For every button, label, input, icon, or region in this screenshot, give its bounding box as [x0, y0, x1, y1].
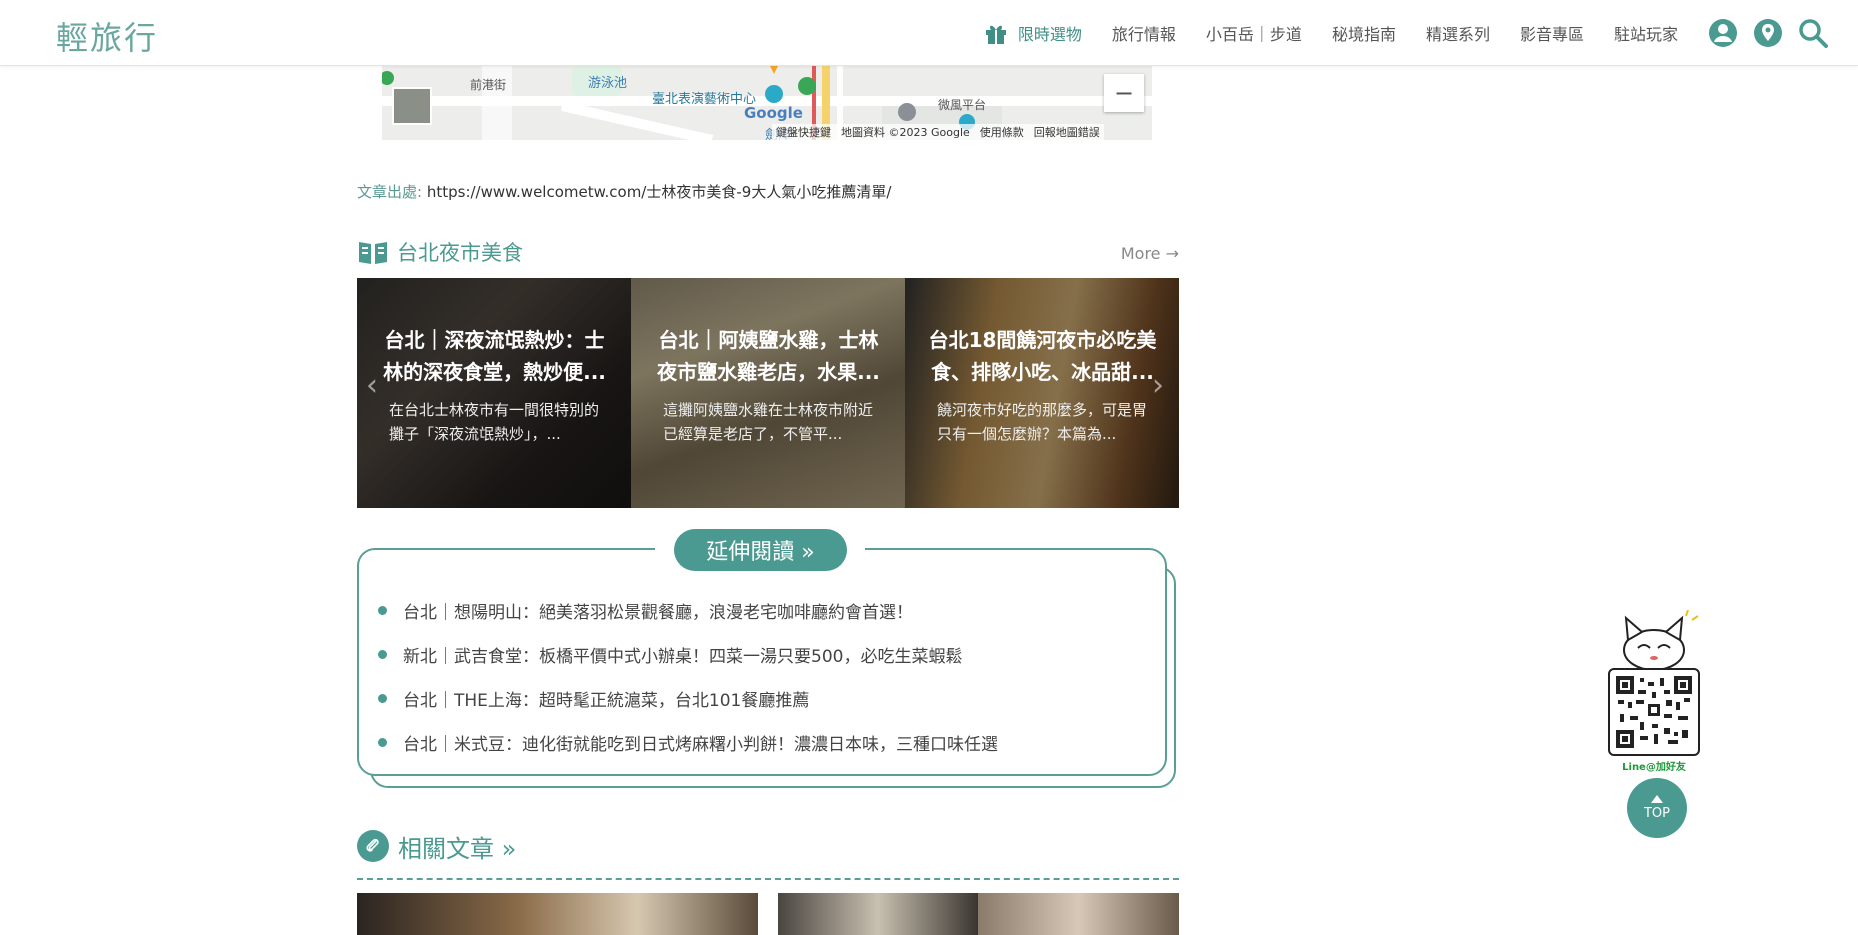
location-pin-icon[interactable] — [1753, 18, 1783, 48]
card-desc: 這攤阿姨鹽水雞在士林夜市附近已經算是老店了，不管平... — [663, 401, 874, 443]
back-to-top-button[interactable]: TOP — [1627, 778, 1687, 838]
card-desc: 在台北士林夜市有一間很特別的攤子「深夜流氓熱炒」，... — [389, 401, 600, 443]
article-card[interactable]: 台北｜阿姨鹽水雞，士林夜市鹽水雞老店，水果... 這攤阿姨鹽水雞在士林夜市附近已… — [631, 278, 905, 508]
map-shortcuts-link[interactable]: 鍵盤快捷鍵 — [776, 124, 831, 140]
bullet-icon — [378, 649, 387, 659]
extended-reading-list: 台北｜想陽明山：絕美落羽松景觀餐廳，浪漫老宅咖啡廳約會首選！ 新北｜武吉食堂：板… — [378, 588, 1158, 764]
article-card[interactable]: 台北18間饒河夜市必吃美食、排隊小吃、冰品甜... 饒河夜市好吃的那麼多，可是胃… — [905, 278, 1179, 508]
card-title: 台北｜阿姨鹽水雞，士林夜市鹽水雞老店，水果... — [657, 328, 880, 384]
nav-hidden-gems[interactable]: 秘境指南 — [1332, 21, 1396, 45]
site-logo[interactable]: 輕旅行 — [56, 13, 158, 59]
search-icon[interactable] — [1798, 18, 1828, 48]
related-article-image[interactable] — [978, 893, 1179, 935]
article-source: 文章出處: https://www.welcometw.com/士林夜市美食-9… — [357, 181, 891, 202]
embedded-map[interactable]: 前港街 游泳池 臺北表演藝術中心 微風平台 劍潭 Google − 鍵盤快捷鍵 … — [382, 66, 1152, 140]
up-arrow-icon — [1651, 795, 1663, 803]
card-overlay — [905, 278, 1179, 508]
related-article-image[interactable] — [778, 893, 978, 935]
card-desc: 饒河夜市好吃的那麼多，可是胃只有一個怎麼辦？本篇為... — [937, 401, 1148, 443]
card-title: 台北18間饒河夜市必吃美食、排隊小吃、冰品甜... — [928, 328, 1157, 384]
card-overlay — [631, 278, 905, 508]
nav-players[interactable]: 駐站玩家 — [1614, 21, 1678, 45]
paperclip-icon — [357, 830, 389, 862]
list-item-text: 台北｜THE上海：超時髦正統滬菜，台北101餐廳推薦 — [403, 690, 810, 711]
section-title: 台北夜市美食 — [397, 241, 523, 265]
card-title: 台北｜深夜流氓熱炒：士林的深夜食堂，熱炒便... — [383, 328, 606, 384]
nav-featured-link[interactable]: 限時選物 — [984, 21, 1082, 45]
nav-series[interactable]: 精選系列 — [1426, 21, 1490, 45]
carousel-next-icon[interactable]: › — [1152, 368, 1164, 403]
map-zoom-out-button[interactable]: − — [1104, 74, 1144, 112]
bullet-icon — [378, 737, 387, 747]
list-item-text: 台北｜米式豆：迪化街就能吃到日式烤麻糬小判餅！濃濃日本味，三種口味任選 — [403, 734, 998, 755]
book-icon — [359, 242, 387, 264]
top-label: TOP — [1643, 806, 1670, 821]
qr-code — [1608, 668, 1700, 756]
source-url[interactable]: https://www.welcometw.com/士林夜市美食-9大人氣小吃推… — [427, 183, 892, 201]
map-label-platform: 微風平台 — [938, 98, 987, 112]
related-article-image[interactable] — [357, 893, 758, 935]
map-label-pool: 游泳池 — [588, 76, 628, 91]
map-label-arts-center: 臺北表演藝術中心 — [652, 92, 757, 107]
night-market-section-header: 台北夜市美食 More → — [357, 236, 1179, 268]
gift-icon — [985, 25, 1006, 44]
card-overlay — [357, 278, 631, 508]
google-logo: Google — [744, 104, 803, 122]
main-nav: 限時選物 旅行情報 小百岳｜步道 秘境指南 精選系列 影音專區 駐站玩家 — [984, 0, 1858, 66]
related-divider — [357, 878, 1179, 880]
list-item[interactable]: 台北｜THE上海：超時髦正統滬菜，台北101餐廳推薦 — [378, 676, 1158, 720]
map-label-street: 前港街 — [470, 78, 507, 92]
article-card[interactable]: 台北｜深夜流氓熱炒：士林的深夜食堂，熱炒便... 在台北士林夜市有一間很特別的攤… — [357, 278, 631, 508]
cat-mascot-icon — [1623, 610, 1699, 671]
user-icon[interactable] — [1708, 18, 1738, 48]
list-item-text: 台北｜想陽明山：絕美落羽松景觀餐廳，浪漫老宅咖啡廳約會首選！ — [403, 602, 913, 623]
bullet-icon — [378, 605, 387, 615]
carousel-prev-icon[interactable]: ‹ — [366, 368, 378, 403]
article-carousel: 台北｜深夜流氓熱炒：士林的深夜食堂，熱炒便... 在台北士林夜市有一間很特別的攤… — [357, 278, 1179, 508]
list-item[interactable]: 新北｜武吉食堂：板橋平價中式小辦桌！四菜一湯只要500，必吃生菜蝦鬆 — [378, 632, 1158, 676]
list-item[interactable]: 台北｜米式豆：迪化街就能吃到日式烤麻糬小判餅！濃濃日本味，三種口味任選 — [378, 720, 1158, 764]
list-item[interactable]: 台北｜想陽明山：絕美落羽松景觀餐廳，浪漫老宅咖啡廳約會首選！ — [378, 588, 1158, 632]
site-header: 輕旅行 限時選物 旅行情報 小百岳｜步道 秘境指南 精選系列 影音專區 駐站玩家 — [0, 0, 1858, 66]
related-section-header: 相關文章 » — [357, 828, 516, 864]
map-satellite-toggle[interactable] — [392, 87, 432, 125]
source-colon: : — [417, 183, 427, 201]
qr-caption: Line@加好友 — [1622, 762, 1686, 773]
map-data-credit: 地圖資料 ©2023 Google — [841, 126, 970, 139]
nav-featured-label: 限時選物 — [1017, 25, 1082, 44]
nav-hiking[interactable]: 小百岳｜步道 — [1206, 21, 1302, 45]
nav-travel-info[interactable]: 旅行情報 — [1112, 21, 1176, 45]
source-label: 文章出處 — [357, 183, 418, 201]
map-report-link[interactable]: 回報地圖錯誤 — [1034, 124, 1100, 140]
map-footer: 鍵盤快捷鍵 地圖資料 ©2023 Google 使用條款 回報地圖錯誤 — [772, 124, 1104, 140]
nav-video[interactable]: 影音專區 — [1520, 21, 1584, 45]
more-link[interactable]: More → — [1121, 244, 1179, 263]
extended-reading-tab: 延伸閱讀 » — [674, 529, 847, 571]
line-qr-widget[interactable]: Line@加好友 — [1608, 610, 1700, 773]
related-title[interactable]: 相關文章 » — [398, 829, 516, 864]
map-terms-link[interactable]: 使用條款 — [980, 124, 1024, 140]
bullet-icon — [378, 693, 387, 703]
list-item-text: 新北｜武吉食堂：板橋平價中式小辦桌！四菜一湯只要500，必吃生菜蝦鬆 — [403, 646, 963, 667]
